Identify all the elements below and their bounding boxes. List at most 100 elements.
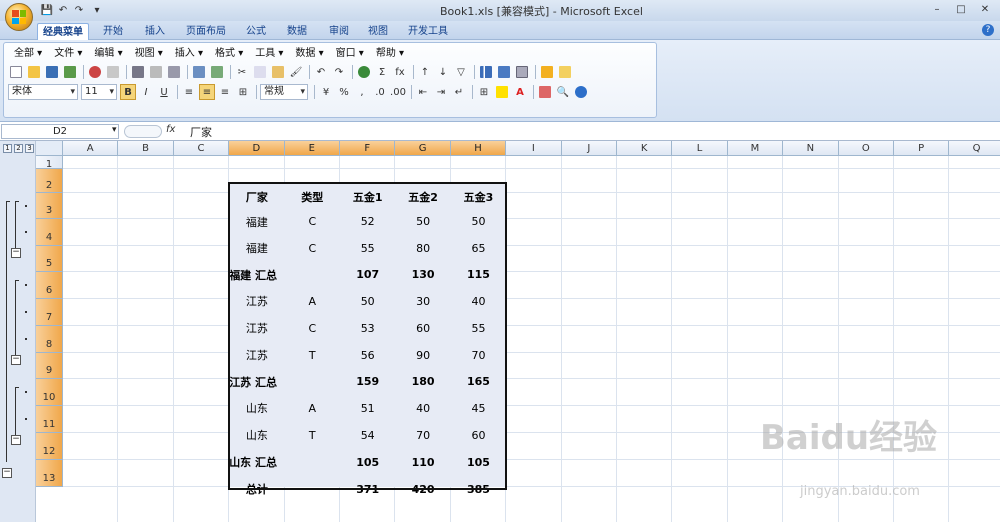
row-header-6[interactable]: 6 [36, 272, 63, 299]
tab-formulas[interactable]: 公式 [238, 23, 274, 40]
conditional-format-icon[interactable] [537, 84, 553, 100]
print-preview-icon[interactable] [87, 64, 103, 80]
menu-file[interactable]: 文件 ▾ [48, 46, 88, 61]
column-header-n[interactable]: N [783, 141, 839, 156]
column-header-f[interactable]: F [340, 141, 396, 156]
column-header-e[interactable]: E [284, 141, 340, 156]
align-left-icon[interactable]: ≡ [181, 84, 197, 100]
font-size-dropdown[interactable]: 11 [81, 84, 117, 100]
column-header-i[interactable]: I [506, 141, 562, 156]
column-header-q[interactable]: Q [949, 141, 1000, 156]
underline-button[interactable]: U [156, 84, 172, 100]
decrease-decimal-icon[interactable]: .00 [390, 84, 406, 100]
outline-collapse-button[interactable]: − [11, 435, 21, 445]
formula-input[interactable]: 厂家 [190, 124, 212, 140]
row-header-2[interactable]: 2 [36, 169, 63, 193]
office-button[interactable] [5, 3, 33, 31]
name-box[interactable]: D2 [1, 124, 119, 139]
minimize-button[interactable]: – [926, 2, 948, 17]
column-header-b[interactable]: B [118, 141, 174, 156]
tab-page-layout[interactable]: 页面布局 [180, 23, 232, 40]
close-button[interactable]: ✕ [974, 2, 996, 17]
decrease-indent-icon[interactable]: ⇤ [415, 84, 431, 100]
name-box-dropdown-icon[interactable]: ▾ [112, 125, 117, 135]
format-painter-icon[interactable]: 🖌 [288, 64, 304, 80]
preview-icon[interactable] [148, 64, 164, 80]
merge-center-icon[interactable]: ⊞ [235, 84, 251, 100]
menu-edit[interactable]: 编辑 ▾ [88, 46, 128, 61]
folder-icon[interactable] [557, 64, 573, 80]
align-center-icon[interactable]: ≡ [199, 84, 215, 100]
row-header-4[interactable]: 4 [36, 219, 63, 246]
column-header-j[interactable]: J [561, 141, 617, 156]
menu-data[interactable]: 数据 ▾ [289, 46, 329, 61]
insert-function-button[interactable]: fx [166, 124, 175, 135]
tab-classic-menu[interactable]: 经典菜单 [37, 23, 89, 40]
column-header-m[interactable]: M [727, 141, 784, 156]
save-icon[interactable] [44, 64, 60, 80]
outline-level-1-button[interactable]: 1 [3, 144, 12, 153]
outline-level-2-button[interactable]: 2 [14, 144, 23, 153]
new-icon[interactable] [8, 64, 24, 80]
paste-icon[interactable] [270, 64, 286, 80]
column-header-d[interactable]: D [229, 141, 285, 156]
copy-icon[interactable] [252, 64, 268, 80]
menu-format[interactable]: 格式 ▾ [209, 46, 249, 61]
wrap-icon[interactable]: ↵ [451, 84, 467, 100]
row-header-13[interactable]: 13 [36, 460, 63, 487]
chart-icon[interactable] [478, 64, 494, 80]
row-header-12[interactable]: 12 [36, 433, 63, 460]
zoom-icon[interactable]: 🔍 [555, 84, 571, 100]
column-header-l[interactable]: L [672, 141, 728, 156]
undo-icon[interactable]: ↶ [56, 3, 70, 17]
select-all-corner[interactable] [36, 141, 63, 156]
menu-all[interactable]: 全部 ▾ [8, 46, 48, 61]
borders-icon[interactable]: ⊞ [476, 84, 492, 100]
tab-insert[interactable]: 插入 [137, 23, 173, 40]
permission-icon[interactable] [62, 64, 78, 80]
bold-button[interactable]: B [120, 84, 136, 100]
font-color-icon[interactable]: A [512, 84, 528, 100]
insert-function-icon[interactable]: fx [392, 64, 408, 80]
outline-collapse-button[interactable]: − [11, 248, 21, 258]
row-header-7[interactable]: 7 [36, 299, 63, 326]
row-header-11[interactable]: 11 [36, 406, 63, 433]
row-header-10[interactable]: 10 [36, 379, 63, 406]
outline-collapse-button[interactable]: − [2, 468, 12, 478]
style-icon[interactable] [539, 64, 555, 80]
percent-button[interactable]: % [336, 84, 352, 100]
row-header-3[interactable]: 3 [36, 193, 63, 219]
print-icon[interactable] [130, 64, 146, 80]
qat-customize-icon[interactable]: ▾ [90, 3, 104, 17]
sort-ascending-icon[interactable]: ↑ [417, 64, 433, 80]
tab-home[interactable]: 开始 [95, 23, 131, 40]
menu-help[interactable]: 帮助 ▾ [370, 46, 410, 61]
formula-bar-resize-handle[interactable] [124, 125, 162, 138]
cut-icon[interactable]: ✂ [234, 64, 250, 80]
menu-insert[interactable]: 插入 ▾ [169, 46, 209, 61]
font-name-dropdown[interactable]: 宋体 [8, 84, 78, 100]
redo-icon[interactable]: ↷ [72, 3, 86, 17]
menu-window[interactable]: 窗口 ▾ [330, 46, 370, 61]
save-icon[interactable]: 💾 [40, 3, 54, 17]
research-icon[interactable] [166, 64, 182, 80]
align-right-icon[interactable]: ≡ [217, 84, 233, 100]
spelling-icon[interactable] [105, 64, 121, 80]
column-header-a[interactable]: A [63, 141, 119, 156]
currency-icon[interactable]: ¥ [318, 84, 334, 100]
menu-view[interactable]: 视图 ▾ [129, 46, 169, 61]
outline-collapse-button[interactable]: − [11, 355, 21, 365]
tab-data[interactable]: 数据 [279, 23, 315, 40]
research-book-icon[interactable] [209, 64, 225, 80]
column-header-h[interactable]: H [450, 141, 507, 156]
open-icon[interactable] [26, 64, 42, 80]
row-header-9[interactable]: 9 [36, 353, 63, 379]
outline-level-3-button[interactable]: 3 [25, 144, 34, 153]
spell-check-icon[interactable] [191, 64, 207, 80]
column-header-o[interactable]: O [838, 141, 894, 156]
italic-button[interactable]: I [138, 84, 154, 100]
column-header-g[interactable]: G [395, 141, 451, 156]
drawing-icon[interactable] [496, 64, 512, 80]
row-header-5[interactable]: 5 [36, 246, 63, 272]
tab-view[interactable]: 视图 [360, 23, 396, 40]
